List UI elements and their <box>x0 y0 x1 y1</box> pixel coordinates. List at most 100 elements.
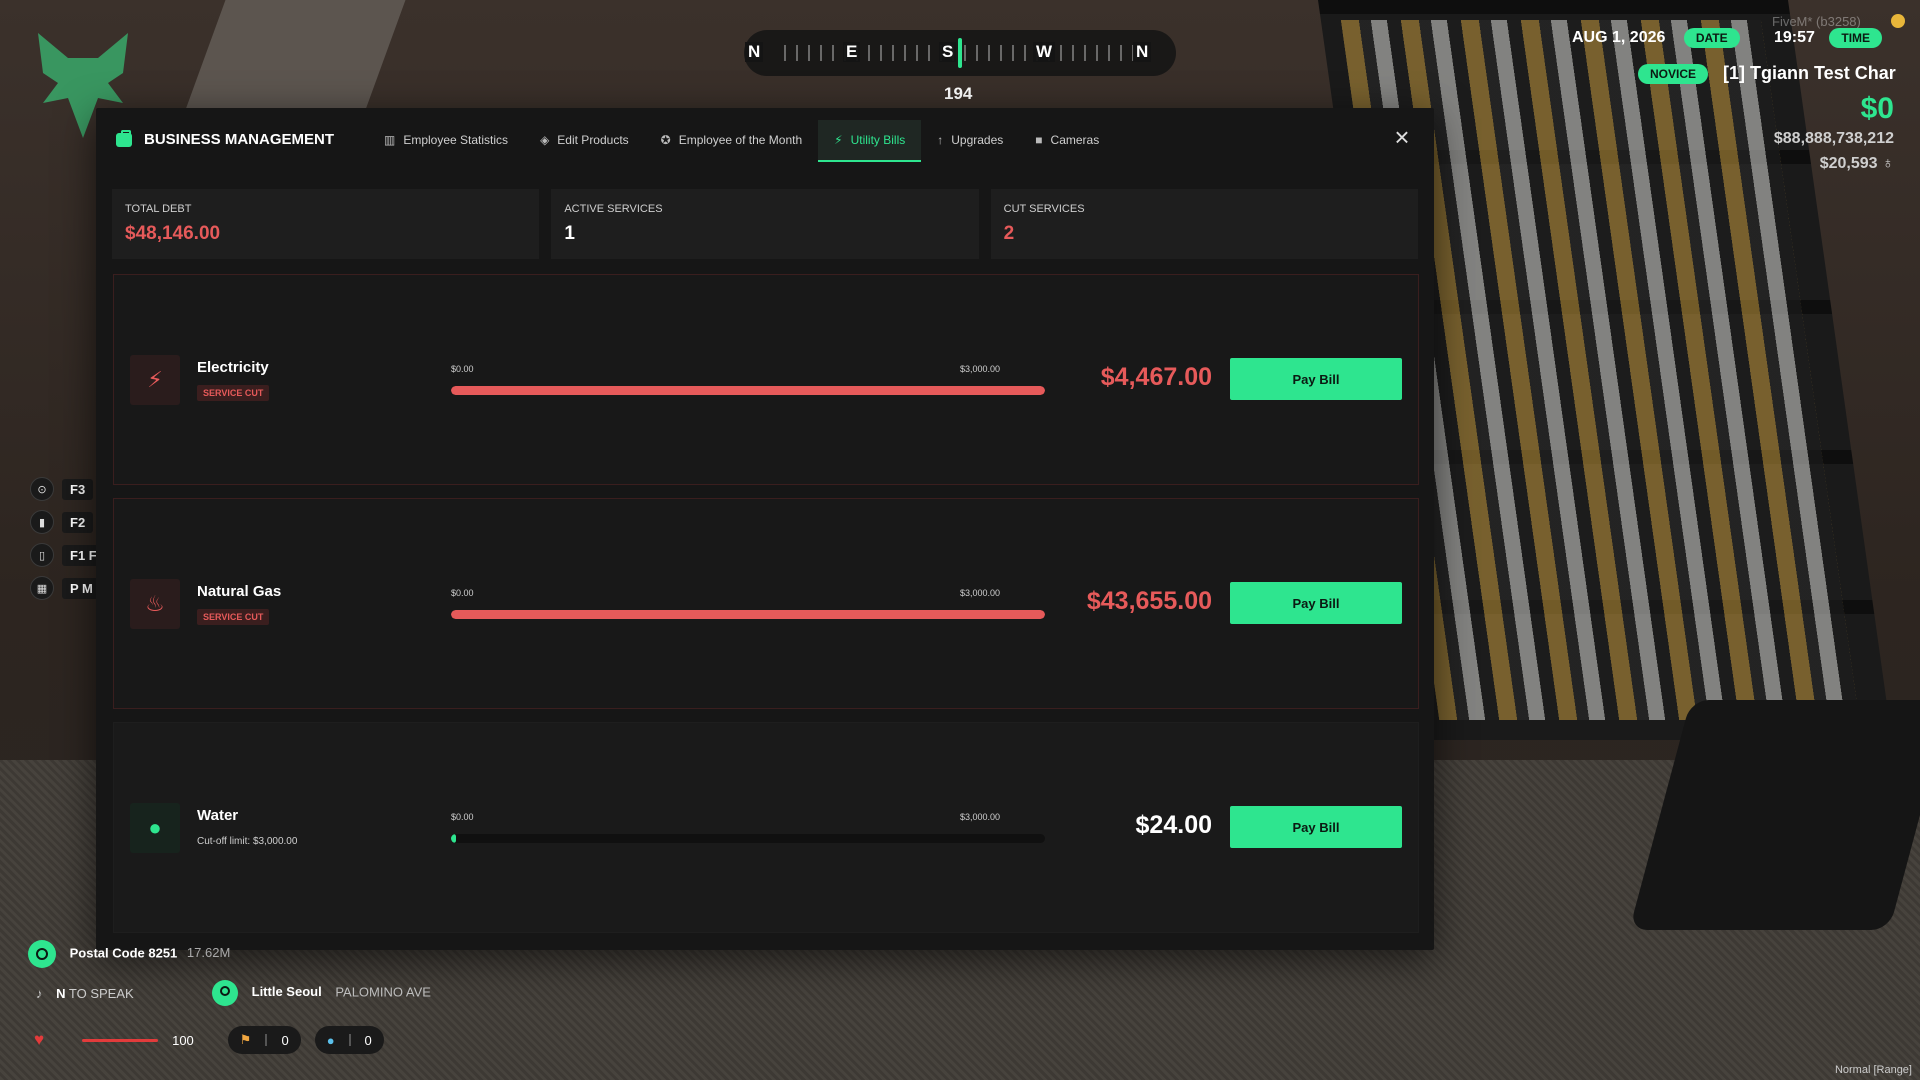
voice-text: TO SPEAK <box>68 986 134 1001</box>
bill-progress <box>451 386 1045 395</box>
zone-name: Little Seoul <box>251 984 322 1000</box>
tab-employee-statistics[interactable]: ▥ Employee Statistics <box>368 120 524 160</box>
keybind-label: F3 <box>62 478 94 500</box>
separator <box>348 1034 351 1046</box>
heart-icon: ♥ <box>34 1030 45 1049</box>
time-display: 19:57 TIME <box>1774 28 1883 48</box>
bill-max: $3,000.00 <box>959 812 1000 822</box>
tab-bar: ▥ Employee Statistics ◈ Edit Products ✪ … <box>368 120 1115 162</box>
stamina-value: 0 <box>281 1032 289 1048</box>
location-pin-icon <box>212 980 238 1006</box>
bill-min: $0.00 <box>451 812 474 822</box>
separator <box>265 1034 268 1046</box>
tab-label: Employee of the Month <box>678 133 803 147</box>
location-display: Little Seoul PALOMINO AVE <box>212 980 431 1006</box>
keybind-row: ▯ F1 F <box>30 543 105 567</box>
service-cut-badge: SERVICE CUT <box>197 609 270 625</box>
bill-natural-gas: ♨ Natural Gas SERVICE CUT $0.00 $3,000.0… <box>113 498 1419 709</box>
tab-label: Upgrades <box>951 133 1004 147</box>
modal-title: BUSINESS MANAGEMENT <box>116 129 335 148</box>
money-bag-icon: ♁ <box>1882 155 1894 172</box>
summary-stats: TOTAL DEBT $48,146.00 ACTIVE SERVICES 1 … <box>112 189 1418 259</box>
total-debt-value: $48,146.00 <box>125 223 221 244</box>
flame-icon: ♨ <box>130 579 180 629</box>
bill-min: $0.00 <box>451 588 474 598</box>
tab-utility-bills[interactable]: ⚡ Utility Bills <box>818 120 922 162</box>
phone-icon: ▯ <box>30 543 54 567</box>
tab-label: Employee Statistics <box>403 133 509 147</box>
tab-label: Utility Bills <box>850 133 906 147</box>
close-icon[interactable]: × <box>1390 124 1414 150</box>
compass-heading: 194 <box>944 84 973 103</box>
character-name: [1] Tgiann Test Char <box>1723 63 1896 83</box>
time-value: 19:57 <box>1774 29 1815 47</box>
cut-services-value: 2 <box>1003 223 1015 244</box>
map-icon: ▦ <box>30 576 54 600</box>
compass-east: E <box>843 42 861 62</box>
arrow-up-icon: ↑ <box>937 133 944 147</box>
cash-amount: $0 <box>1860 92 1894 125</box>
bill-amount: $43,655.00 <box>1086 587 1212 615</box>
compass: N E S W N <box>744 30 1176 76</box>
voice-range: Normal [Range] <box>1834 1064 1912 1076</box>
character-display: NOVICE [1] Tgiann Test Char <box>1638 63 1896 85</box>
time-pill: TIME <box>1829 28 1883 48</box>
pay-bill-button[interactable]: Pay Bill <box>1230 358 1402 400</box>
tab-cameras[interactable]: ■ Cameras <box>1019 120 1115 160</box>
bill-progress-fill <box>451 386 1045 395</box>
tab-label: Edit Products <box>557 133 629 147</box>
dirty-money-value: $20,593 <box>1819 155 1878 172</box>
fivem-build: FiveM* (b3258) <box>1772 14 1861 29</box>
water-drop-icon: ● <box>130 803 180 853</box>
thirst-value: 0 <box>364 1032 372 1048</box>
health-value: 100 <box>172 1032 194 1048</box>
health-bar <box>82 1038 159 1042</box>
bill-max: $3,000.00 <box>959 364 1000 374</box>
stat-label: TOTAL DEBT <box>125 203 192 215</box>
bill-water: ● Water Cut-off limit: $3,000.00 $0.00 $… <box>113 722 1419 933</box>
bill-electricity: ⚡ Electricity SERVICE CUT $0.00 $3,000.0… <box>113 274 1419 485</box>
street-name: PALOMINO AVE <box>335 984 431 1000</box>
award-icon: ✪ <box>660 133 671 147</box>
bank-amount: $88,888,738,212 <box>1773 130 1894 147</box>
bill-max: $3,000.00 <box>959 588 1000 598</box>
tab-upgrades[interactable]: ↑ Upgrades <box>921 120 1019 160</box>
compass-south: S <box>939 42 957 62</box>
water-drop-icon: ● <box>326 1032 335 1048</box>
tab-employee-of-the-month[interactable]: ✪ Employee of the Month <box>645 120 818 160</box>
vitals-bar: ♥ 100 ⚑ 0 ● 0 <box>34 1026 384 1054</box>
chart-icon: ▥ <box>384 133 396 147</box>
pay-bill-button[interactable]: Pay Bill <box>1230 806 1402 848</box>
stamina-chip: ⚑ 0 <box>227 1026 301 1054</box>
bill-min: $0.00 <box>451 364 474 374</box>
briefcase-icon <box>116 129 132 147</box>
compass-west: W <box>1033 42 1056 62</box>
postal-display: Postal Code 8251 17.62M <box>28 940 230 968</box>
bill-progress <box>451 834 1045 843</box>
voice-display: ♪ N TO SPEAK <box>36 986 134 1001</box>
bill-amount: $4,467.00 <box>1100 363 1212 391</box>
total-debt-card: TOTAL DEBT $48,146.00 <box>112 189 540 259</box>
bill-progress <box>451 610 1045 619</box>
business-management-modal: BUSINESS MANAGEMENT ▥ Employee Statistic… <box>96 108 1434 950</box>
tab-edit-products[interactable]: ◈ Edit Products <box>524 120 645 160</box>
tab-label: Cameras <box>1050 133 1100 147</box>
cut-services-card: CUT SERVICES 2 <box>990 189 1418 259</box>
active-services-card: ACTIVE SERVICES 1 <box>551 189 979 259</box>
tag-icon: ◈ <box>540 133 550 147</box>
voice-key: N <box>56 986 66 1001</box>
active-services-value: 1 <box>564 223 575 244</box>
bill-amount: $24.00 <box>1135 811 1212 839</box>
compass-needle <box>958 38 962 68</box>
postal-icon <box>28 940 56 968</box>
modal-title-text: BUSINESS MANAGEMENT <box>144 131 335 148</box>
postal-distance: 17.62M <box>186 945 231 961</box>
date-pill: DATE <box>1683 28 1740 48</box>
pay-bill-button[interactable]: Pay Bill <box>1230 582 1402 624</box>
bill-progress-fill <box>451 610 1045 619</box>
thirst-chip: ● 0 <box>314 1026 384 1054</box>
stat-label: CUT SERVICES <box>1003 203 1085 215</box>
compass-north-2: N <box>1133 42 1152 62</box>
keybind-row: ▦ P M <box>30 576 105 600</box>
inventory-icon: ▮ <box>30 510 54 534</box>
